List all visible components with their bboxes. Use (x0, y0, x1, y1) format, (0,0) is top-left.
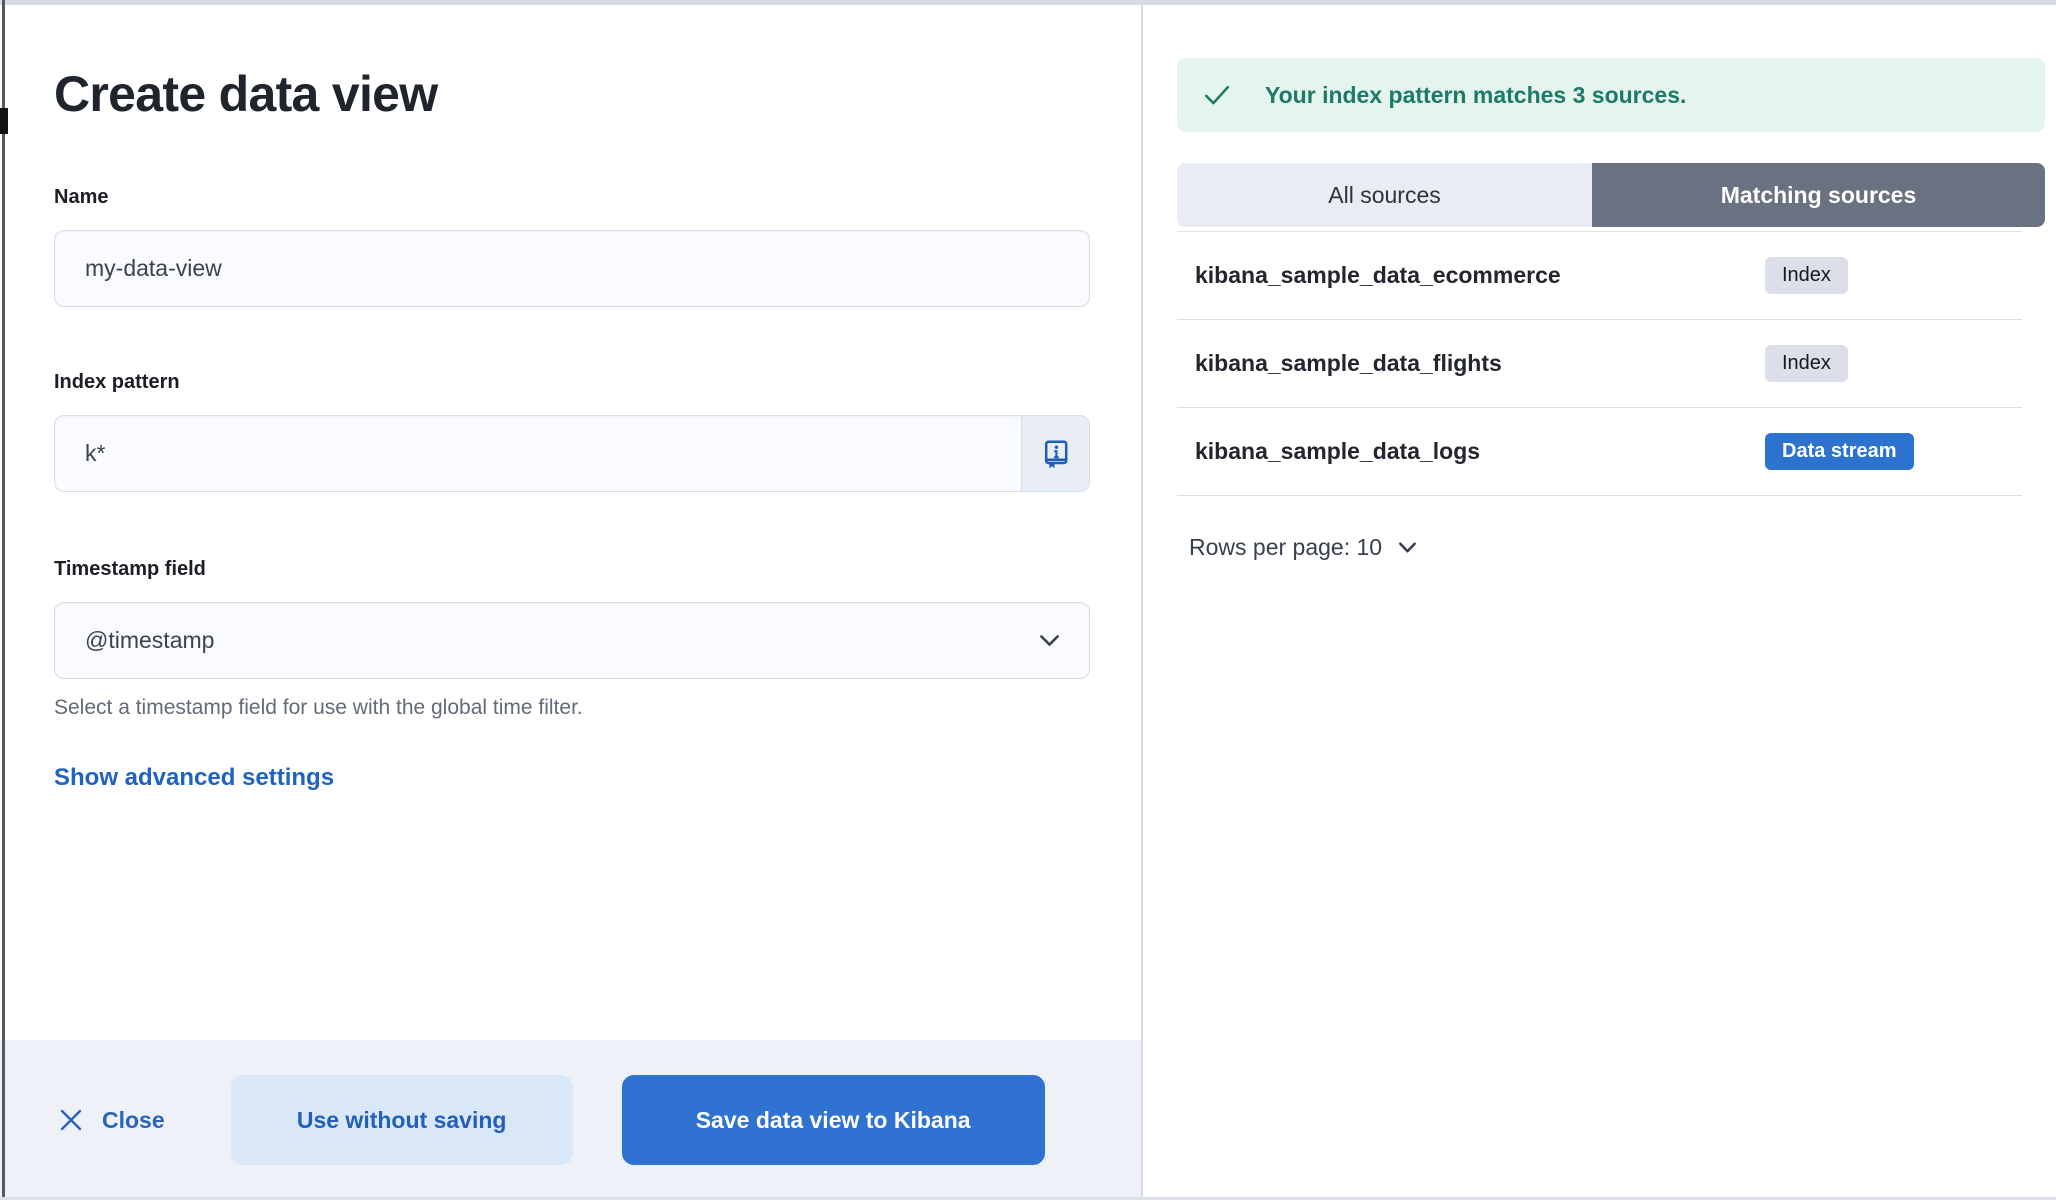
name-input[interactable] (54, 230, 1090, 307)
flyout-footer: Close Use without saving Save data view … (0, 1040, 1141, 1200)
name-label: Name (54, 186, 1090, 209)
table-row: kibana_sample_data_ecommerce Index (1177, 232, 2022, 320)
show-advanced-settings-link[interactable]: Show advanced settings (54, 764, 334, 792)
chevron-down-icon (1036, 627, 1063, 654)
window-top-edge (0, 0, 2056, 5)
source-type-badge: Data stream (1765, 433, 1914, 470)
create-data-view-flyout: Create data view Name Index pattern (0, 0, 1141, 1200)
index-pattern-form-row: Index pattern (54, 371, 1090, 492)
window-left-edge (2, 0, 5, 1200)
tab-matching-sources[interactable]: Matching sources (1592, 163, 2045, 227)
documentation-book-icon (1040, 438, 1072, 470)
index-pattern-input-shell (54, 415, 1090, 492)
sources-filter-group: All sources Matching sources (1177, 163, 2045, 227)
timestamp-help-text: Select a timestamp field for use with th… (54, 696, 1090, 720)
index-pattern-docs-button[interactable] (1021, 416, 1089, 491)
source-name: kibana_sample_data_logs (1177, 438, 1765, 465)
tab-all-sources[interactable]: All sources (1177, 163, 1592, 227)
success-callout: Your index pattern matches 3 sources. (1177, 58, 2045, 132)
timestamp-label: Timestamp field (54, 558, 1090, 581)
table-row: kibana_sample_data_flights Index (1177, 320, 2022, 408)
save-data-view-button[interactable]: Save data view to Kibana (622, 1075, 1045, 1165)
chevron-down-icon (1396, 536, 1419, 559)
sources-table: kibana_sample_data_ecommerce Index kiban… (1177, 231, 2022, 496)
source-name: kibana_sample_data_ecommerce (1177, 262, 1765, 289)
close-button[interactable]: Close (56, 1105, 165, 1135)
source-type-badge: Index (1765, 345, 1848, 382)
table-row: kibana_sample_data_logs Data stream (1177, 408, 2022, 496)
page-title: Create data view (54, 64, 1090, 124)
timestamp-form-row: Timestamp field @timestamp Select a time… (54, 558, 1090, 720)
timestamp-selected-value: @timestamp (85, 627, 214, 654)
window-left-notch (0, 108, 8, 134)
source-name: kibana_sample_data_flights (1177, 350, 1765, 377)
index-pattern-label: Index pattern (54, 371, 1090, 394)
name-form-row: Name (54, 186, 1090, 307)
use-without-saving-button[interactable]: Use without saving (231, 1075, 573, 1165)
sources-preview-panel: Your index pattern matches 3 sources. Al… (1143, 0, 2056, 1200)
timestamp-select[interactable]: @timestamp (54, 602, 1090, 679)
rows-per-page-label: Rows per page: 10 (1189, 534, 1382, 561)
source-type-badge: Index (1765, 257, 1848, 294)
success-callout-text: Your index pattern matches 3 sources. (1265, 82, 1686, 109)
index-pattern-input[interactable] (55, 416, 1021, 491)
check-icon (1199, 77, 1235, 113)
close-button-label: Close (102, 1107, 165, 1134)
close-icon (56, 1105, 86, 1135)
rows-per-page-control[interactable]: Rows per page: 10 (1189, 534, 2045, 561)
